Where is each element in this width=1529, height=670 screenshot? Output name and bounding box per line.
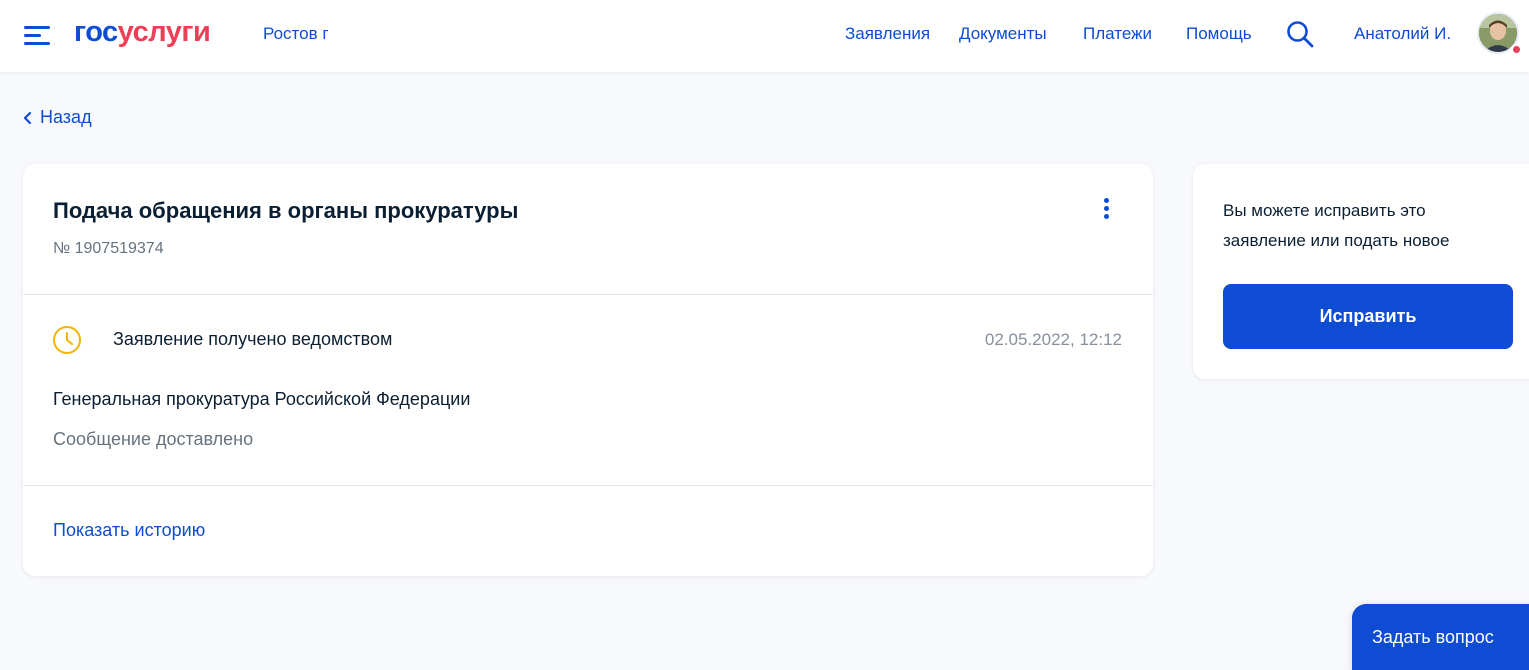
- status-text: Заявление получено ведомством: [113, 329, 393, 349]
- nav-applications[interactable]: Заявления: [845, 24, 930, 44]
- divider: [23, 294, 1153, 295]
- ask-question-button[interactable]: Задать вопрос: [1352, 604, 1529, 670]
- more-vertical-icon[interactable]: [1101, 196, 1111, 222]
- chevron-left-icon: [23, 111, 32, 124]
- status-date: 02.05.2022, 12:12: [984, 330, 1122, 349]
- notification-dot: [1511, 44, 1522, 55]
- delivery-message: Сообщение доставлено: [53, 429, 254, 449]
- clock-icon: [53, 326, 81, 354]
- back-label: Назад: [40, 107, 92, 127]
- agency-name: Генеральная прокуратура Российской Федер…: [53, 389, 471, 409]
- search-icon[interactable]: [1286, 20, 1314, 48]
- divider: [23, 485, 1153, 486]
- gosuslugi-logo[interactable]: госуслуги: [74, 16, 211, 49]
- edit-card: Вы можете исправить это заявление или по…: [1193, 164, 1529, 379]
- nav-help[interactable]: Помощь: [1186, 24, 1252, 44]
- region-selector[interactable]: Ростов г: [263, 24, 329, 44]
- logo-part-2: услуги: [117, 16, 211, 48]
- user-name[interactable]: Анатолий И.: [1354, 24, 1451, 44]
- logo-part-1: гос: [74, 16, 118, 48]
- back-link[interactable]: Назад: [22, 107, 92, 128]
- nav-payments[interactable]: Платежи: [1083, 24, 1152, 44]
- edit-hint-text: Вы можете исправить это заявление или по…: [1223, 201, 1450, 250]
- top-header: госуслуги Ростов г Заявления Документы П…: [0, 0, 1529, 72]
- fix-button[interactable]: Исправить: [1223, 284, 1513, 349]
- nav-documents[interactable]: Документы: [959, 24, 1047, 44]
- application-number: № 1907519374: [53, 240, 164, 257]
- menu-icon[interactable]: [24, 24, 50, 46]
- application-card: Подача обращения в органы прокуратуры № …: [23, 164, 1153, 576]
- show-history-link[interactable]: Показать историю: [53, 520, 205, 541]
- application-title: Подача обращения в органы прокуратуры: [53, 198, 519, 223]
